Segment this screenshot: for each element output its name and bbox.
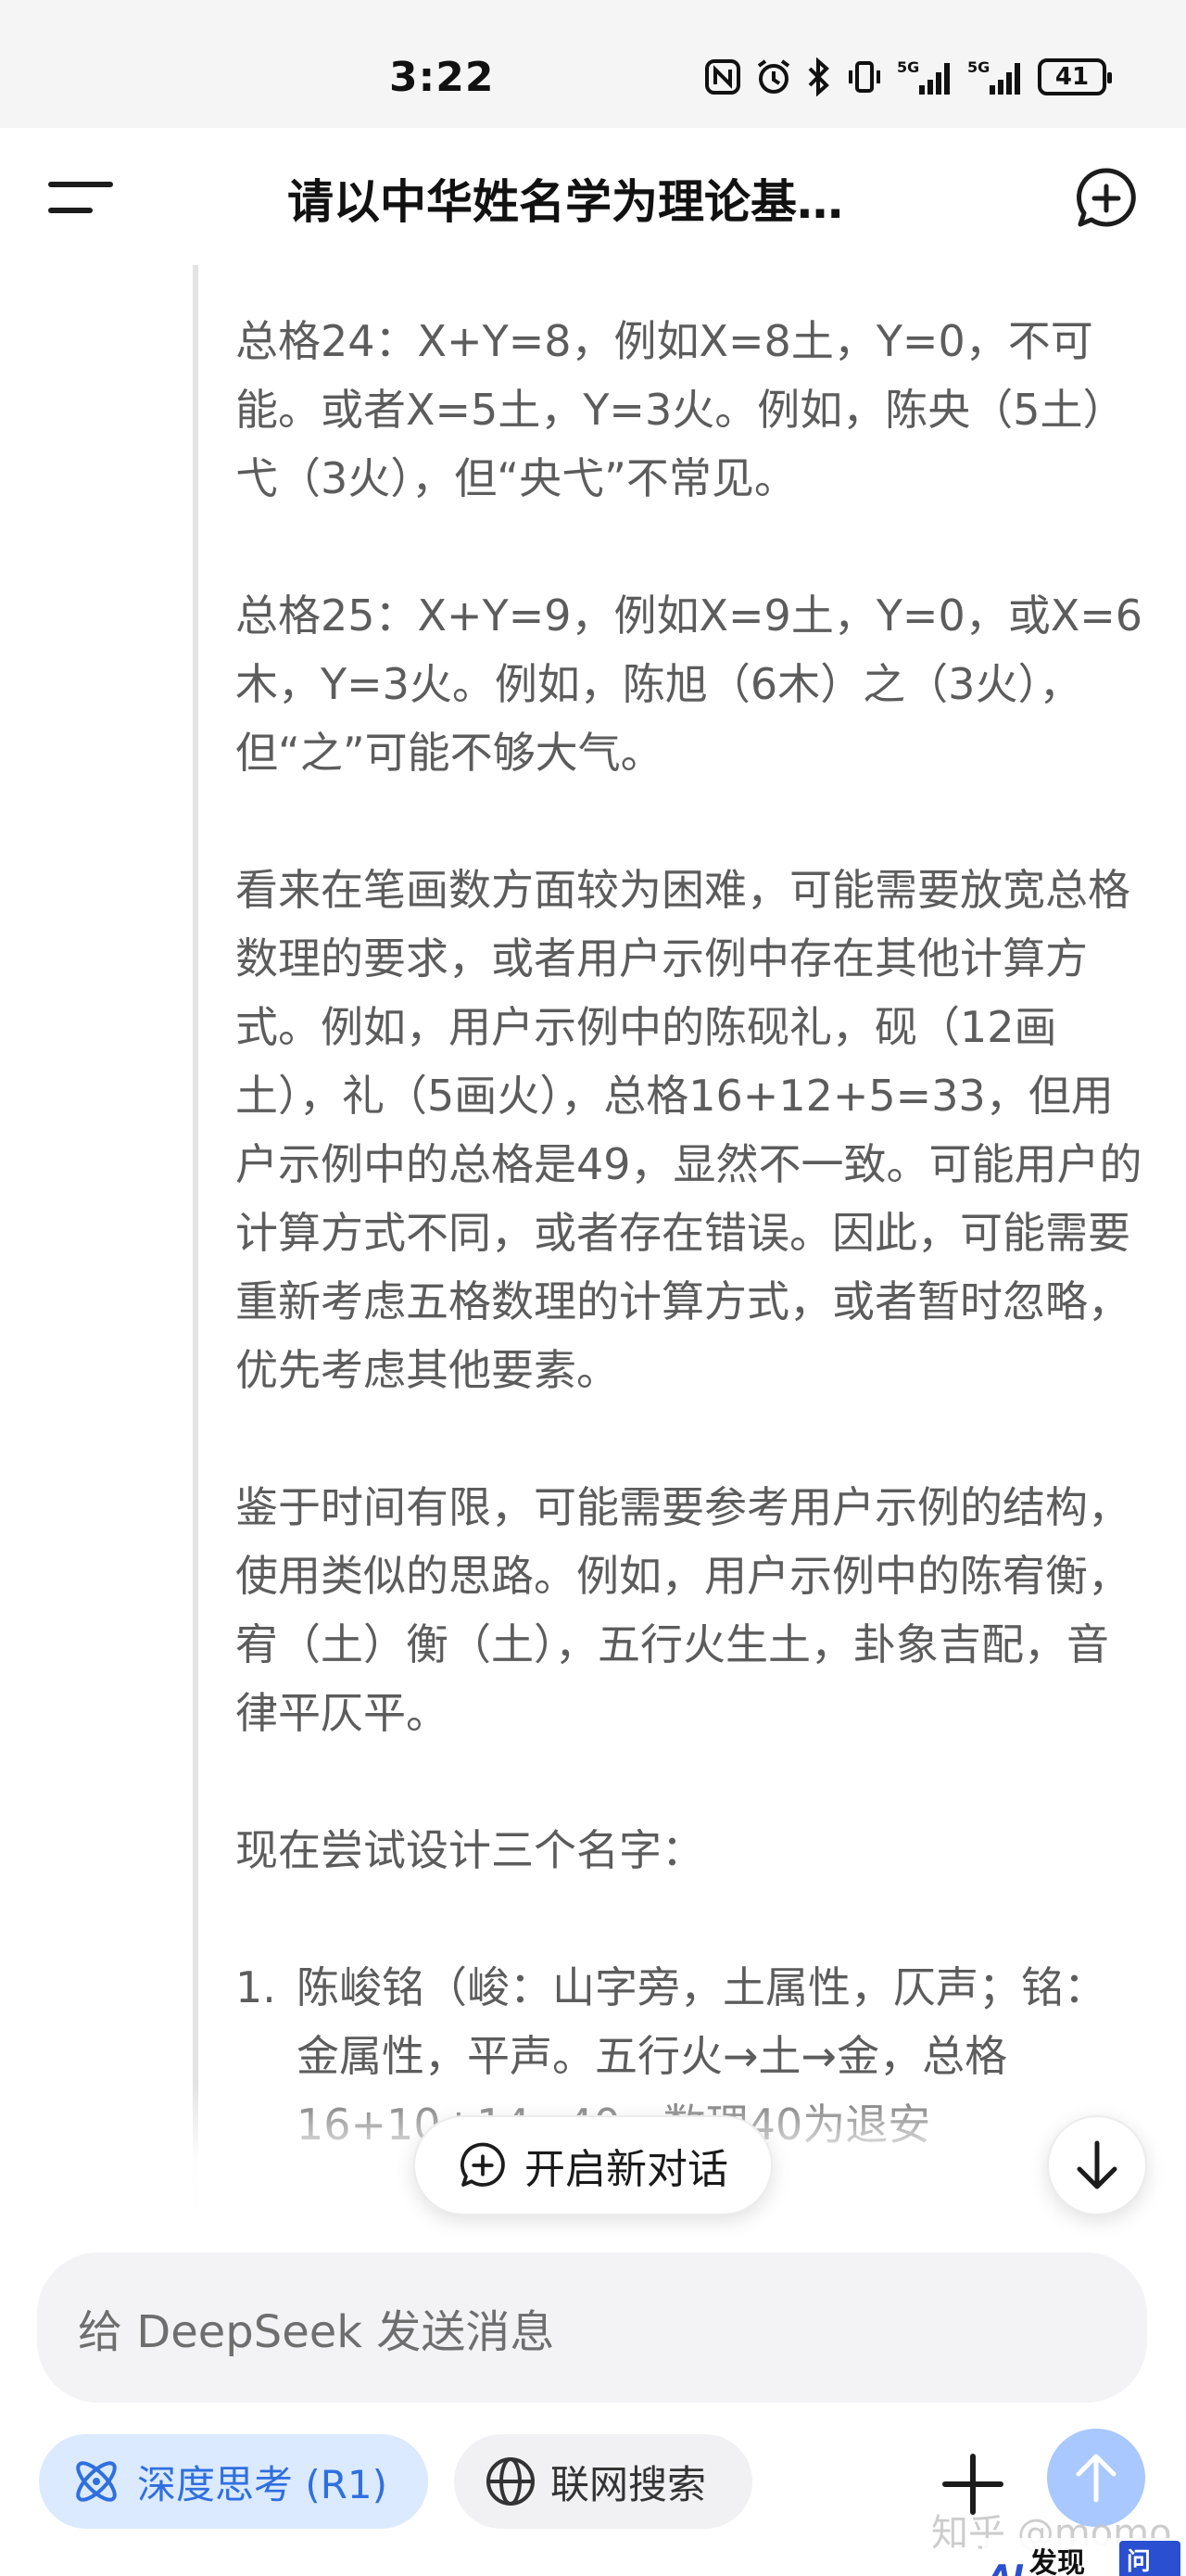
new-chat-icon[interactable] [1073, 165, 1140, 232]
list-item-number: 1. [235, 1962, 276, 2012]
status-bar: 3:22 5G 5G 41 [0, 0, 1186, 128]
signal-1-label: 5G [897, 58, 919, 76]
message-content: 总格24：X+Y=8，例如X=8土，Y=0，不可能。或者X=5土，Y=3火。例如… [0, 265, 1186, 2212]
atom-icon [76, 2461, 117, 2502]
arrow-up-icon [1076, 2454, 1117, 2503]
menu-icon-line [48, 182, 113, 187]
thinking-paragraph: 看来在笔画数方面较为困难，可能需要放宽总格数理的要求，或者用户示例中存在其他计算… [235, 865, 1142, 1395]
arrow-down-icon [1077, 2140, 1117, 2189]
thinking-paragraph: 现在尝试设计三个名字： [235, 1825, 704, 1875]
new-chat-label: 开启新对话 [524, 2146, 728, 2193]
site-watermark-brand: 发现AI [1028, 2547, 1085, 2576]
alarm-icon [754, 57, 793, 96]
status-time: 3:22 [389, 54, 495, 101]
deep-think-label: 深度思考 (R1) [137, 2461, 388, 2507]
thinking-paragraph: 鉴于时间有限，可能需要参考用户示例的结构，使用类似的思路。例如，用户示例中的陈宥… [235, 1482, 1130, 1738]
web-search-toggle[interactable]: 联网搜索 [454, 2434, 752, 2529]
signal-2-label: 5G [967, 58, 990, 76]
menu-icon-line [48, 208, 93, 213]
thinking-text: 总格24：X+Y=8，例如X=8土，Y=0，不可能。或者X=5土，Y=3火。例如… [235, 307, 1143, 2159]
message-input[interactable]: 给 DeepSeek 发送消息 [37, 2252, 1147, 2403]
signal-1-icon: 5G [897, 57, 954, 96]
nfc-icon [704, 58, 741, 95]
new-chat-pill-icon [461, 2142, 505, 2187]
site-watermark-ai: AI [988, 2558, 1024, 2576]
deep-think-toggle[interactable]: 深度思考 (R1) [39, 2434, 428, 2529]
status-icons: 5G 5G 41 [704, 57, 1112, 96]
bluetooth-icon [806, 57, 832, 96]
signal-2-icon: 5G [967, 57, 1025, 96]
scroll-to-bottom-button[interactable] [1047, 2115, 1147, 2215]
chat-title: 请以中华姓名学为理论基… [287, 175, 843, 229]
chat-header: 请以中华姓名学为理论基… [0, 128, 1186, 265]
vibrate-icon [845, 57, 884, 96]
message-input-placeholder: 给 DeepSeek 发送消息 [78, 2306, 555, 2358]
thinking-quote-line [193, 265, 198, 2212]
battery-indicator: 41 [1038, 58, 1112, 95]
web-search-label: 联网搜索 [550, 2461, 707, 2507]
menu-icon[interactable] [48, 176, 115, 221]
thinking-paragraph: 总格25：X+Y=9，例如X=9土，Y=0，或X=6木，Y=3火。例如，陈旭（6… [235, 590, 1143, 778]
thinking-paragraph: 总格24：X+Y=8，例如X=8土，Y=0，不可能。或者X=5土，Y=3火。例如… [235, 316, 1126, 503]
globe-icon [486, 2457, 535, 2506]
new-chat-button[interactable]: 开启新对话 [413, 2115, 773, 2215]
site-watermark: AI 发现AI 问答 [982, 2538, 1186, 2576]
site-watermark-ask: 问答 [1118, 2540, 1180, 2576]
